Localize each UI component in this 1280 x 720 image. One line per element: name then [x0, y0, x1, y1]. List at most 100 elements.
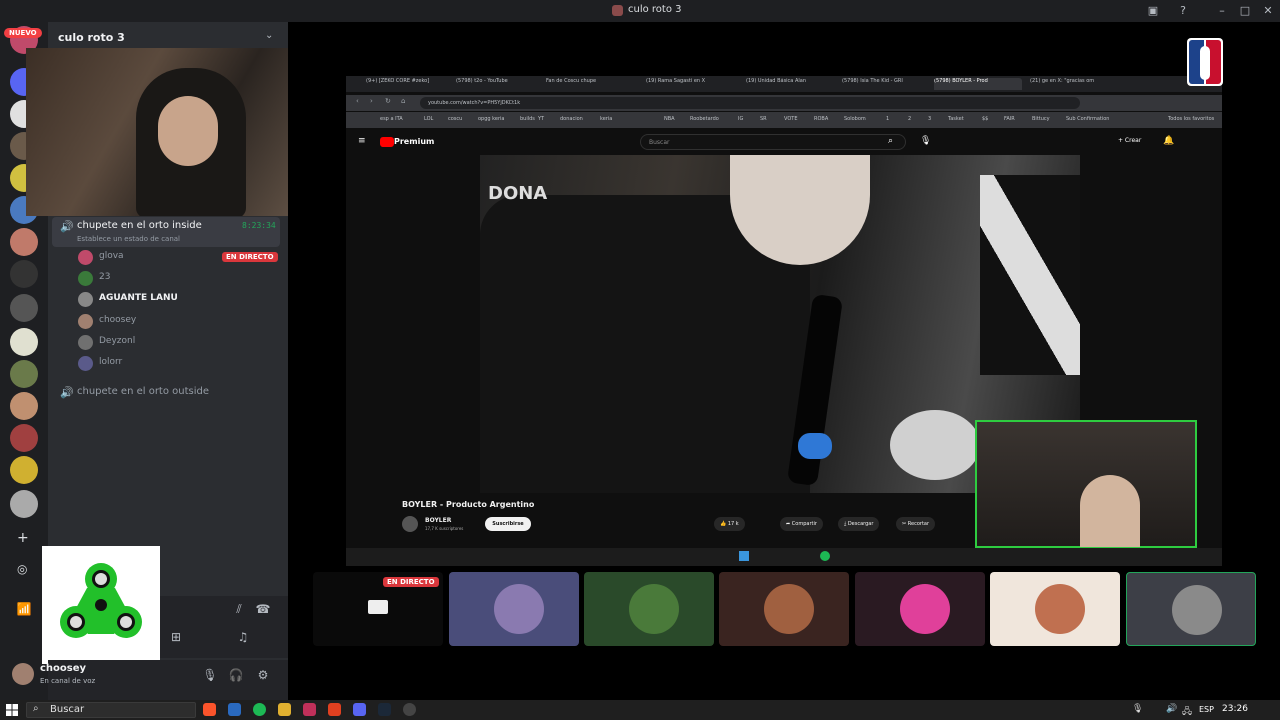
bookmark[interactable]: Solobom	[844, 116, 866, 122]
add-server-icon[interactable]: +	[17, 530, 29, 546]
language-indicator[interactable]: ESP	[1199, 705, 1214, 714]
spotify-icon[interactable]	[253, 703, 266, 716]
avatar[interactable]	[12, 663, 34, 685]
server-icon[interactable]	[10, 424, 38, 452]
url-bar[interactable]: youtube.com/watch?v=PH5YjDKCt1k	[420, 97, 1080, 109]
microphone-icon[interactable]: 🎙	[200, 668, 220, 682]
channel-name[interactable]: BOYLER	[425, 517, 451, 524]
bookmark[interactable]: SR	[760, 116, 767, 122]
bookmark[interactable]: ROBA	[814, 116, 828, 122]
participant-tile-speaking[interactable]	[1126, 572, 1256, 646]
server-icon[interactable]	[10, 228, 38, 256]
bookmark[interactable]: YT	[538, 116, 544, 122]
back-icon[interactable]: ‹	[356, 97, 359, 105]
browser-tab-active[interactable]: (5798) BOYLER - Prod	[934, 78, 1022, 90]
bookmark[interactable]: 1	[886, 116, 889, 122]
server-icon[interactable]	[10, 490, 38, 518]
inbox-icon[interactable]: ▣	[1145, 3, 1161, 19]
search-icon[interactable]: ⌕	[888, 136, 893, 146]
server-icon[interactable]	[10, 328, 38, 356]
browser-tab[interactable]: (21) ge en X: "gracias om	[1030, 78, 1118, 90]
bookmark[interactable]: VOTE	[784, 116, 797, 122]
signal-icon[interactable]: 📶	[14, 602, 34, 616]
microphone-icon[interactable]: 🎙	[1132, 704, 1143, 714]
download-button[interactable]: ⤓ Descargar	[838, 517, 880, 531]
browser-tab[interactable]: (19) Unidad Básica Alan	[746, 78, 834, 90]
close-icon[interactable]: ✕	[1260, 3, 1276, 19]
windows-start-icon[interactable]	[6, 704, 18, 716]
noise-suppression-icon[interactable]: ⫽	[229, 602, 249, 617]
folder-icon[interactable]	[278, 703, 291, 716]
bookmark[interactable]: Todos los favoritos	[1168, 116, 1214, 122]
bookmark[interactable]: Roobetardo	[690, 116, 719, 122]
browser-tab[interactable]: (19) Rama Sagasti en X	[646, 78, 734, 90]
subscribe-button[interactable]: Suscribirse	[485, 517, 531, 531]
bookmark[interactable]: coscu	[448, 116, 462, 122]
activities-icon[interactable]: ⊞	[166, 630, 186, 644]
headphones-icon[interactable]: 🎧	[226, 668, 246, 682]
participant-tile[interactable]	[990, 572, 1120, 646]
youtube-brand[interactable]: Premium	[394, 137, 434, 146]
voice-member[interactable]: choosey	[78, 313, 278, 331]
minimize-icon[interactable]: –	[1214, 3, 1230, 19]
participant-tile[interactable]	[584, 572, 714, 646]
voice-member[interactable]: lolorr	[78, 355, 278, 373]
microphone-icon[interactable]: 🎙	[920, 136, 931, 146]
share-button[interactable]: ➦ Compartir	[780, 517, 823, 531]
forward-icon[interactable]: ›	[370, 97, 373, 105]
bell-icon[interactable]: 🔔	[1163, 136, 1174, 146]
disconnect-icon[interactable]: ☎	[253, 602, 273, 616]
bookmark[interactable]: LOL	[424, 116, 433, 122]
discover-icon[interactable]: ◎	[17, 562, 27, 576]
bookmark[interactable]: keria	[600, 116, 612, 122]
steam-icon[interactable]	[378, 703, 391, 716]
browser-tab[interactable]: Fan de Coscu chupe	[546, 78, 634, 90]
voice-member[interactable]: AGUANTE LANU	[78, 291, 278, 309]
server-icon[interactable]	[10, 360, 38, 388]
participant-tile[interactable]	[449, 572, 579, 646]
bookmark[interactable]: 3	[928, 116, 931, 122]
server-icon[interactable]	[10, 294, 38, 322]
voice-member[interactable]: 23	[78, 270, 278, 288]
discord-icon[interactable]	[353, 703, 366, 716]
bookmark[interactable]: donacion	[560, 116, 583, 122]
bookmark[interactable]: Sub Confirmation	[1066, 116, 1109, 122]
clock[interactable]: 23:26	[1222, 704, 1248, 714]
bookmark[interactable]: FAIR	[1004, 116, 1015, 122]
bookmark[interactable]: esp a ITA	[380, 116, 403, 122]
server-icon[interactable]	[10, 260, 38, 288]
brave-icon[interactable]	[203, 703, 216, 716]
volume-icon[interactable]: 🔊	[1166, 704, 1177, 714]
soundboard-icon[interactable]: ♫	[233, 630, 253, 644]
participant-tile[interactable]	[855, 572, 985, 646]
bookmark[interactable]: opgg keria	[478, 116, 504, 122]
channel-status[interactable]: Establece un estado de canal	[77, 235, 180, 243]
maximize-icon[interactable]: □	[1237, 3, 1253, 19]
gear-icon[interactable]: ⚙	[253, 668, 273, 682]
app-icon[interactable]	[228, 703, 241, 716]
app-icon[interactable]	[328, 703, 341, 716]
server-icon[interactable]	[10, 456, 38, 484]
bookmark[interactable]: Bittucy	[1032, 116, 1050, 122]
search-input[interactable]: Buscar	[640, 134, 906, 150]
bookmark[interactable]: builds	[520, 116, 535, 122]
server-icon[interactable]	[10, 392, 38, 420]
participant-tile[interactable]	[719, 572, 849, 646]
user-name[interactable]: choosey	[40, 663, 86, 674]
create-button[interactable]: + Crear	[1118, 137, 1141, 144]
avatar[interactable]	[402, 516, 418, 532]
youtube-logo[interactable]	[380, 137, 394, 147]
browser-tab[interactable]: (5798) t2o - YouTube	[456, 78, 544, 90]
bookmark[interactable]: Tasket	[948, 116, 964, 122]
browser-tab[interactable]: (9+) [ZEKO CORE #zeko]	[366, 78, 454, 90]
browser-tab[interactable]: (5798) Isia The Kid - GRI	[842, 78, 930, 90]
clip-button[interactable]: ✂ Recortar	[896, 517, 936, 531]
home-icon[interactable]: ⌂	[401, 97, 405, 105]
server-name[interactable]: culo roto 3	[58, 31, 125, 44]
network-icon[interactable]: 🖧	[1182, 704, 1192, 720]
bookmark[interactable]: IG	[738, 116, 743, 122]
menu-icon[interactable]: ≡	[358, 136, 366, 146]
bookmark[interactable]: 2	[908, 116, 911, 122]
voice-channel-outside[interactable]: chupete en el orto outside	[77, 386, 209, 397]
bookmark[interactable]: NBA	[664, 116, 675, 122]
